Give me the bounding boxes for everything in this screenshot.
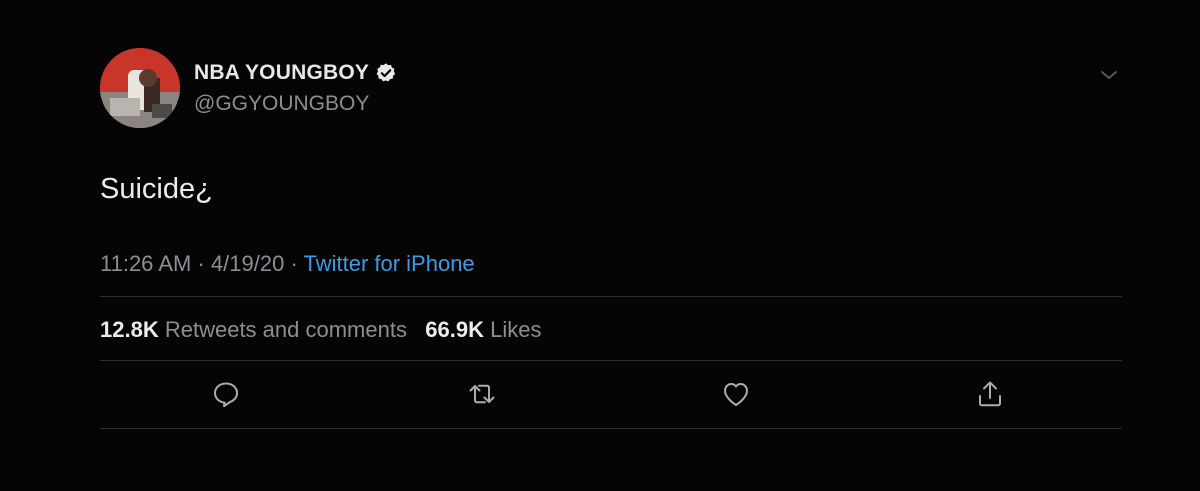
display-name[interactable]: NBA YOUNGBOY: [194, 60, 397, 86]
meta-separator: ·: [290, 251, 298, 276]
divider: [100, 360, 1122, 361]
tweet-source-link[interactable]: Twitter for iPhone: [303, 251, 474, 276]
tweet-date[interactable]: 4/19/20: [211, 251, 284, 276]
verified-badge-icon: [376, 63, 396, 82]
divider: [100, 296, 1122, 297]
retweets-count: 12.8K: [100, 317, 159, 342]
likes-label: Likes: [490, 317, 542, 342]
retweets-stat[interactable]: 12.8K Retweets and comments: [100, 317, 407, 342]
display-name-text: NBA YOUNGBOY: [194, 61, 370, 84]
divider: [100, 428, 1122, 429]
tweet-text: Suicide¿: [100, 173, 213, 205]
user-info: NBA YOUNGBOY @GGYOUNGBOY: [194, 60, 397, 117]
meta-separator: ·: [197, 251, 205, 276]
avatar[interactable]: [100, 48, 180, 128]
chevron-down-icon[interactable]: [1096, 62, 1122, 88]
likes-stat[interactable]: 66.9K Likes: [425, 317, 541, 342]
reply-icon[interactable]: [210, 378, 242, 410]
retweets-label: Retweets and comments: [164, 317, 407, 342]
likes-count: 66.9K: [425, 317, 485, 342]
tweet-meta: 11:26 AM · 4/19/20 · Twitter for iPhone: [100, 250, 475, 278]
heart-icon[interactable]: [720, 378, 752, 410]
action-bar: [100, 378, 1122, 418]
tweet-time[interactable]: 11:26 AM: [100, 251, 191, 276]
share-icon[interactable]: [974, 378, 1006, 410]
retweet-icon[interactable]: [466, 378, 498, 410]
user-handle[interactable]: @GGYOUNGBOY: [194, 91, 397, 117]
tweet-stats: 12.8K Retweets and comments 66.9K Likes: [100, 316, 542, 344]
